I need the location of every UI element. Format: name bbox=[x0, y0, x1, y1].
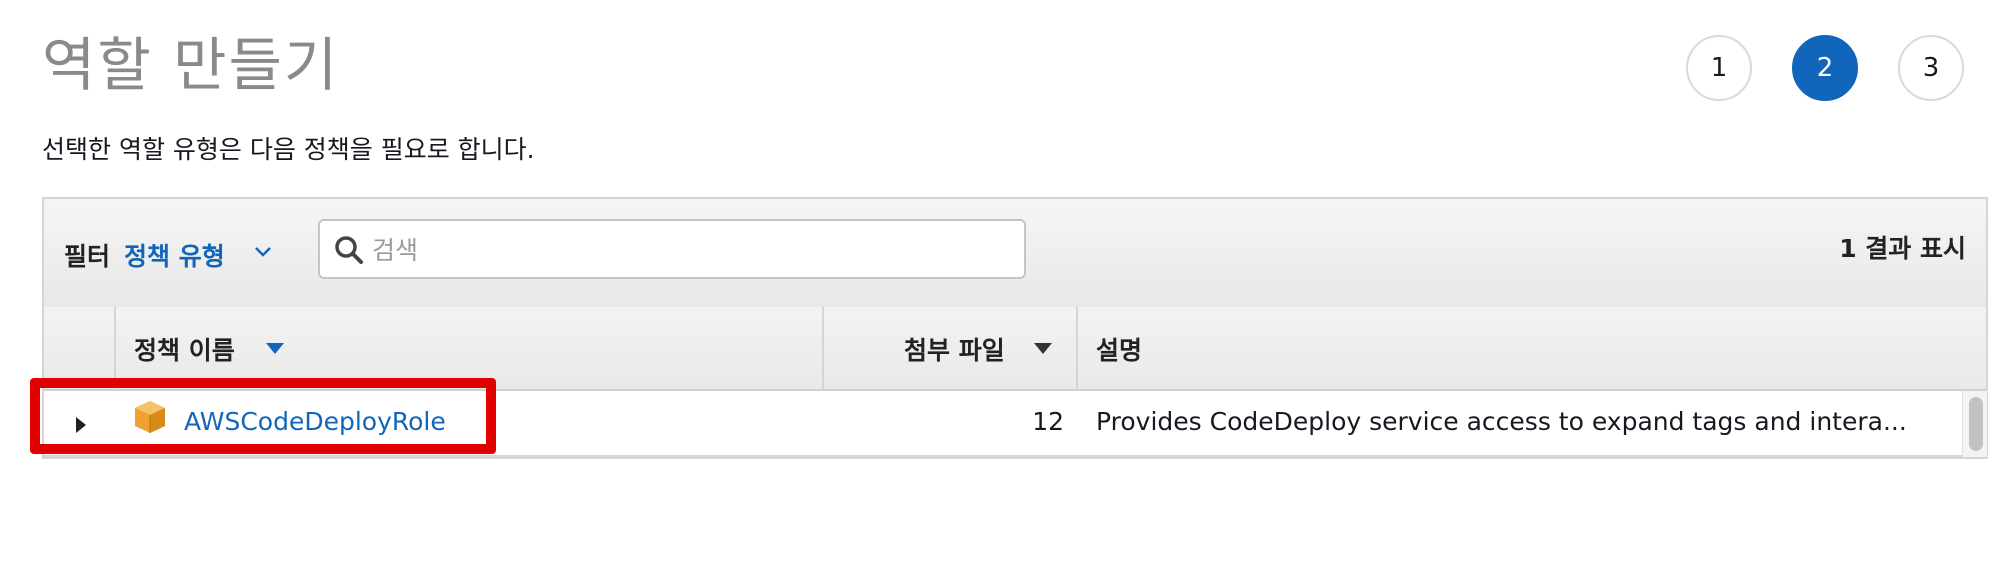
filter-type-dropdown[interactable]: 정책 유형 bbox=[124, 237, 225, 273]
policy-table: 필터 정책 유형 1 결과 표시 정책 이름 첨부 파일 bbox=[42, 197, 1988, 459]
attachment-count: 12 bbox=[1032, 407, 1064, 436]
filter-label: 필터 bbox=[64, 242, 111, 271]
search-icon bbox=[335, 236, 363, 264]
page-subtitle: 선택한 역할 유형은 다음 정책을 필요로 합니다. bbox=[42, 135, 535, 164]
page-title: 역할 만들기 bbox=[42, 31, 340, 99]
chevron-down-icon[interactable] bbox=[250, 239, 276, 265]
filter-bar: 필터 정책 유형 1 결과 표시 bbox=[44, 199, 1986, 308]
header-policy-name[interactable]: 정책 이름 bbox=[116, 307, 824, 389]
header-description: 설명 bbox=[1078, 307, 1988, 389]
result-count: 1 결과 표시 bbox=[1839, 234, 1966, 263]
policy-description: Provides CodeDeploy service access to ex… bbox=[1096, 407, 1907, 436]
expand-row-icon[interactable] bbox=[76, 417, 86, 433]
header-attachments[interactable]: 첨부 파일 bbox=[824, 307, 1078, 389]
table-row[interactable]: AWSCodeDeployRole 12 Provides CodeDeploy… bbox=[44, 391, 1962, 457]
header-expand-column bbox=[44, 307, 116, 389]
table-scrollbar[interactable] bbox=[1962, 391, 1987, 457]
sort-descending-icon[interactable] bbox=[1034, 343, 1052, 354]
wizard-step-2[interactable]: 2 bbox=[1792, 35, 1858, 101]
search-box[interactable] bbox=[318, 219, 1026, 279]
wizard-steps: 1 2 3 bbox=[1686, 35, 1976, 105]
create-role-page: 역할 만들기 1 2 3 선택한 역할 유형은 다음 정책을 필요로 합니다. … bbox=[0, 0, 2016, 562]
wizard-step-3[interactable]: 3 bbox=[1898, 35, 1964, 101]
wizard-step-1[interactable]: 1 bbox=[1686, 35, 1752, 101]
search-input[interactable] bbox=[370, 227, 1014, 273]
sort-descending-icon[interactable] bbox=[266, 343, 284, 354]
package-icon bbox=[135, 401, 165, 433]
header-policy-name-label: 정책 이름 bbox=[134, 336, 235, 365]
policy-name-link[interactable]: AWSCodeDeployRole bbox=[184, 407, 446, 436]
header-description-label: 설명 bbox=[1096, 336, 1143, 365]
table-header: 정책 이름 첨부 파일 설명 bbox=[44, 307, 1986, 391]
scrollbar-thumb[interactable] bbox=[1969, 397, 1983, 451]
header-attachments-label: 첨부 파일 bbox=[904, 336, 1005, 365]
